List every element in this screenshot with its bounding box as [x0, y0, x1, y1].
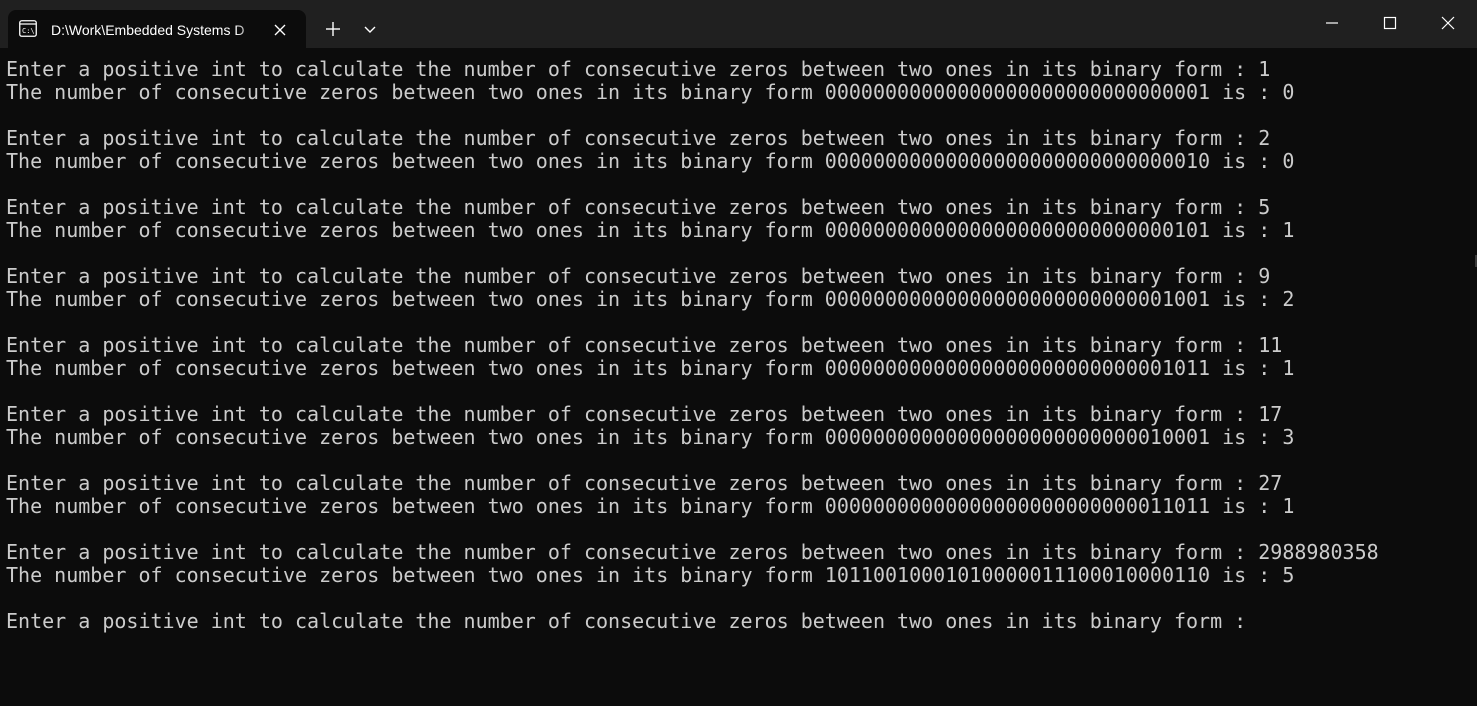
- title-bar[interactable]: C:\ D:\Work\Embedded Systems D: [0, 0, 1477, 48]
- console-output: Enter a positive int to calculate the nu…: [6, 58, 1379, 633]
- console-line: Enter a positive int to calculate the nu…: [6, 264, 1271, 288]
- console-line: Enter a positive int to calculate the nu…: [6, 57, 1271, 81]
- svg-text:C:\: C:\: [22, 27, 35, 35]
- tab-dropdown-button[interactable]: [358, 15, 382, 43]
- console-line: The number of consecutive zeros between …: [6, 287, 1295, 311]
- console-line: Enter a positive int to calculate the nu…: [6, 126, 1271, 150]
- plus-icon: [326, 22, 340, 36]
- console-line: The number of consecutive zeros between …: [6, 149, 1295, 173]
- console-line: The number of consecutive zeros between …: [6, 563, 1295, 587]
- new-tab-button[interactable]: [319, 15, 347, 43]
- console-line: The number of consecutive zeros between …: [6, 356, 1295, 380]
- close-window-button[interactable]: [1419, 0, 1477, 46]
- console-line: The number of consecutive zeros between …: [6, 80, 1295, 104]
- tab-title: D:\Work\Embedded Systems D: [51, 22, 245, 38]
- console-line: Enter a positive int to calculate the nu…: [6, 333, 1283, 357]
- close-tab-button[interactable]: [268, 18, 292, 42]
- minimize-icon: [1326, 22, 1338, 24]
- minimize-button[interactable]: [1303, 0, 1361, 46]
- close-icon: [274, 24, 286, 36]
- console-line: The number of consecutive zeros between …: [6, 218, 1295, 242]
- console-line: Enter a positive int to calculate the nu…: [6, 540, 1379, 564]
- terminal-window: C:\ D:\Work\Embedded Systems D Enter a p…: [0, 0, 1477, 706]
- terminal-icon: C:\: [19, 20, 37, 37]
- maximize-button[interactable]: [1361, 0, 1419, 46]
- console-line: Enter a positive int to calculate the nu…: [6, 402, 1283, 426]
- console-line: Enter a positive int to calculate the nu…: [6, 471, 1283, 495]
- console-line: Enter a positive int to calculate the nu…: [6, 195, 1271, 219]
- console-line: The number of consecutive zeros between …: [6, 494, 1295, 518]
- console-output-area[interactable]: Enter a positive int to calculate the nu…: [0, 48, 1477, 706]
- chevron-down-icon: [364, 26, 376, 33]
- console-line: The number of consecutive zeros between …: [6, 425, 1295, 449]
- close-icon: [1441, 16, 1455, 30]
- maximize-icon: [1383, 16, 1397, 30]
- console-prompt-line[interactable]: Enter a positive int to calculate the nu…: [6, 610, 1379, 633]
- terminal-tab[interactable]: C:\ D:\Work\Embedded Systems D: [8, 10, 306, 48]
